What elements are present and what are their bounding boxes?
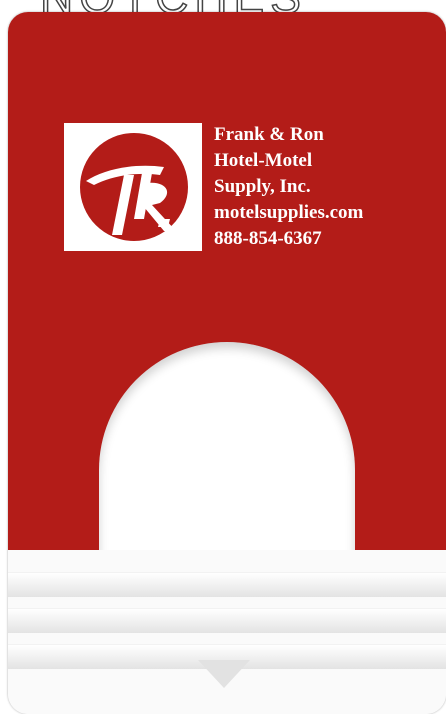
card-red-panel: Frank & Ron Hotel-Motel Supply, Inc. mot… — [8, 12, 446, 572]
company-name-line2: Hotel-Motel — [214, 150, 313, 171]
stripe — [8, 572, 446, 597]
company-name-line1: Frank & Ron — [214, 124, 324, 145]
key-card: Frank & Ron Hotel-Motel Supply, Inc. mot… — [8, 12, 446, 714]
fr-logo-icon — [80, 133, 188, 241]
arch-cutout — [99, 342, 355, 572]
stripe — [8, 608, 446, 633]
down-triangle-icon — [198, 660, 250, 688]
website-text: motelsupplies.com — [214, 202, 364, 223]
logo — [64, 123, 202, 251]
phone-text: 888-854-6367 — [214, 228, 322, 249]
stripe-area — [8, 550, 446, 714]
company-name-line3: Supply, Inc. — [214, 176, 311, 197]
contact-info: Frank & Ron Hotel-Motel Supply, Inc. mot… — [214, 122, 363, 252]
